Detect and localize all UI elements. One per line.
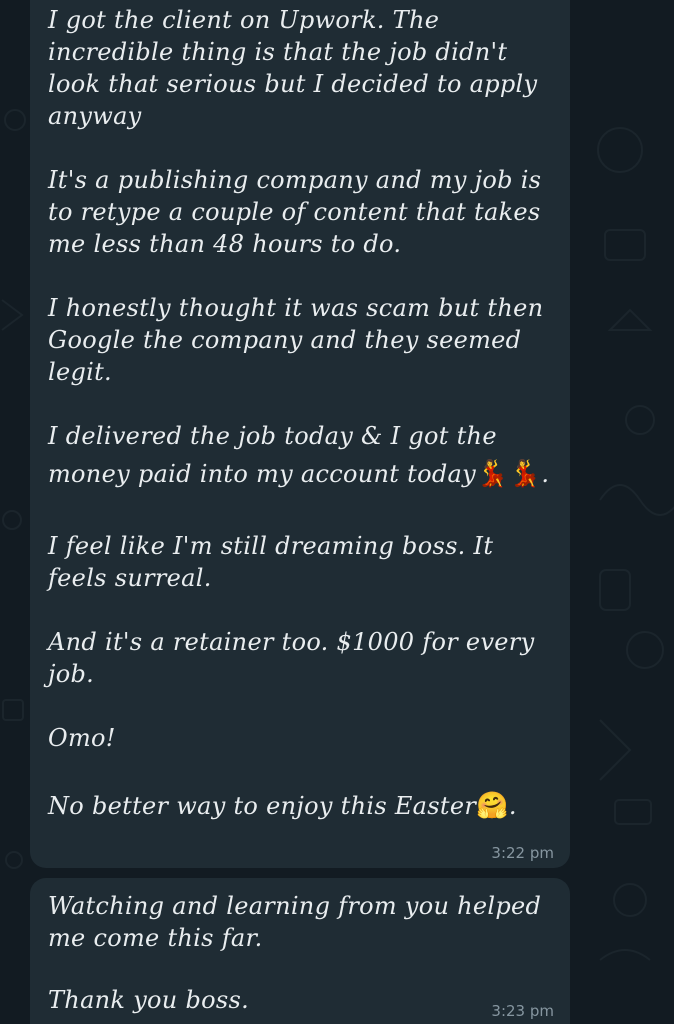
message-text: money paid into my account today (48, 460, 476, 488)
incoming-message-bubble[interactable]: Watching and learning from you helped me… (30, 878, 570, 1024)
message-text-line: feels surreal. (48, 564, 212, 592)
hugging-face-emoji: 🤗 (476, 791, 509, 821)
period-text: . (508, 792, 517, 820)
message-text-line-with-emoji: No better way to enjoy this Easter🤗. (48, 790, 517, 822)
message-text-line: incredible thing is that the job didn't (48, 38, 508, 66)
message-timestamp: 3:23 pm (491, 1002, 554, 1020)
message-text-line: look that serious but I decided to apply (48, 70, 538, 98)
message-text-line: It's a publishing company and my job is (48, 166, 542, 194)
message-text-line: Thank you boss. (48, 986, 250, 1014)
message-text-line: Watching and learning from you helped (48, 892, 542, 920)
incoming-message-bubble[interactable]: I got the client on Upwork. The incredib… (30, 0, 570, 868)
message-timestamp: 3:22 pm (491, 844, 554, 862)
message-text-line: anyway (48, 102, 142, 130)
message-text-line: legit. (48, 358, 112, 386)
message-text-line: And it's a retainer too. $1000 for every (48, 628, 535, 656)
dancing-woman-emoji: 💃💃 (475, 459, 542, 489)
message-text-line: job. (48, 660, 95, 688)
message-text-line: Google the company and they seemed (48, 326, 522, 354)
message-text-line: I got the client on Upwork. The (48, 6, 440, 34)
message-text-line: me less than 48 hours to do. (48, 230, 402, 258)
message-text: No better way to enjoy this Easter (48, 792, 477, 820)
message-text-line: I delivered the job today & I got the (48, 422, 497, 450)
message-text-line: Omo! (48, 724, 116, 752)
message-text-line: I feel like I'm still dreaming boss. It (48, 532, 494, 560)
message-text-line: to retype a couple of content that takes (48, 198, 541, 226)
period-text: . (541, 460, 550, 488)
message-text-line-with-emoji: money paid into my account today💃💃. (48, 458, 549, 490)
message-text-line: me come this far. (48, 924, 263, 952)
message-text-line: I honestly thought it was scam but then (48, 294, 544, 322)
